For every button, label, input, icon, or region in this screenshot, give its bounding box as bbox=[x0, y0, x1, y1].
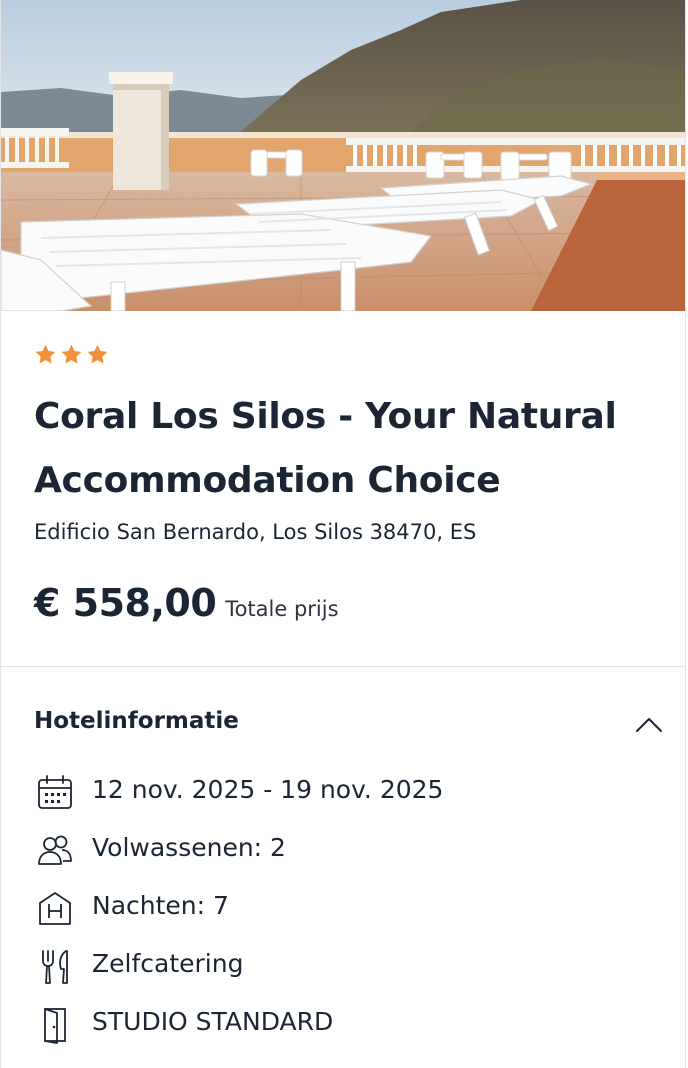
info-text-dates: 12 nov. 2025 - 19 nov. 2025 bbox=[92, 775, 444, 804]
hotel-info-title[interactable]: Hotelinformatie bbox=[34, 708, 239, 734]
info-text-nights: Nachten: 7 bbox=[92, 891, 229, 920]
info-text-room: STUDIO STANDARD bbox=[92, 1007, 334, 1036]
hotel-info-section: Hotelinformatie 12 nov. 2025 - 19 nov. 2… bbox=[1, 667, 685, 1068]
info-item-nights: Nachten: 7 bbox=[1, 887, 685, 945]
star-icon bbox=[87, 344, 108, 364]
star-icon bbox=[61, 344, 82, 364]
hotel-summary: Coral Los Silos - Your Natural Accommoda… bbox=[1, 311, 685, 667]
chevron-up-icon bbox=[636, 718, 662, 732]
hotel-address: Edificio San Bernardo, Los Silos 38470, … bbox=[34, 520, 477, 544]
total-price-label: Totale prijs bbox=[225, 597, 339, 621]
price-row: € 558,00 Totale prijs bbox=[34, 581, 339, 625]
hotel-info-list: 12 nov. 2025 - 19 nov. 2025 Volwassenen:… bbox=[1, 771, 685, 1061]
star-rating bbox=[34, 343, 109, 366]
cutlery-icon bbox=[42, 950, 68, 984]
people-icon bbox=[38, 835, 72, 865]
total-price: € 558,00 bbox=[34, 581, 217, 625]
hotel-photo-illustration bbox=[1, 0, 685, 311]
hotel-card: Coral Los Silos - Your Natural Accommoda… bbox=[0, 0, 686, 1068]
collapse-toggle-button[interactable] bbox=[631, 709, 667, 739]
info-item-board: Zelfcatering bbox=[1, 945, 685, 1003]
info-text-board: Zelfcatering bbox=[92, 949, 244, 978]
door-icon bbox=[44, 1008, 66, 1044]
hotel-h-icon bbox=[39, 892, 71, 925]
hotel-photo[interactable] bbox=[1, 0, 685, 311]
star-icon bbox=[35, 344, 56, 364]
info-item-dates: 12 nov. 2025 - 19 nov. 2025 bbox=[1, 771, 685, 829]
hotel-name[interactable]: Coral Los Silos - Your Natural Accommoda… bbox=[34, 385, 654, 513]
info-item-adults: Volwassenen: 2 bbox=[1, 829, 685, 887]
info-item-room: STUDIO STANDARD bbox=[1, 1003, 685, 1061]
info-text-adults: Volwassenen: 2 bbox=[92, 833, 286, 862]
calendar-icon bbox=[38, 775, 72, 809]
